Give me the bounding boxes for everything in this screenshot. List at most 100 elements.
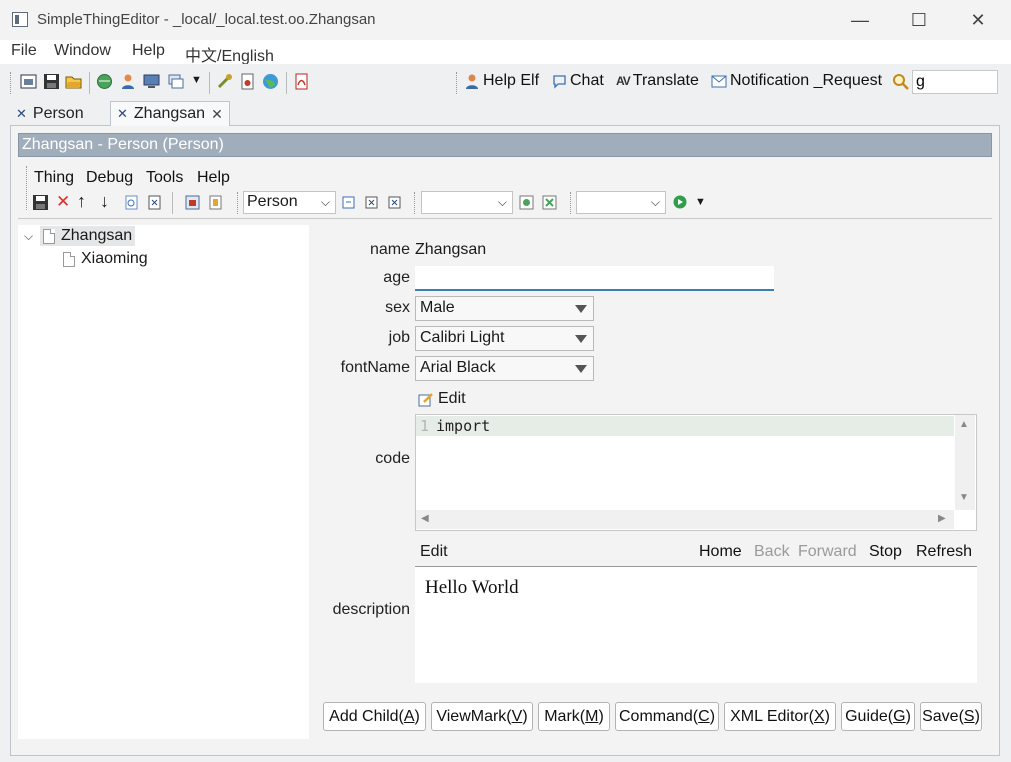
menu-help[interactable]: Help	[132, 42, 165, 60]
bookmark-icon[interactable]	[208, 195, 223, 210]
maximize-button[interactable]: ☐	[890, 0, 948, 40]
chevron-down-icon: ⌵	[650, 195, 660, 209]
tree-node-root[interactable]: Zhangsan	[40, 226, 136, 246]
monitor-icon[interactable]	[143, 73, 160, 90]
xml-editor-button[interactable]: XML Editor(X)	[724, 702, 836, 731]
chat-button[interactable]: Chat	[552, 72, 604, 90]
translate-label: Translate	[632, 72, 699, 89]
edit-pencil-icon	[418, 392, 433, 406]
thing-x-icon[interactable]	[387, 195, 402, 210]
tab-zhangsan[interactable]: ✕ Zhangsan ✕	[110, 101, 230, 127]
code-line[interactable]: 1 import	[416, 416, 954, 436]
browser-home-link[interactable]: Home	[699, 543, 742, 561]
user-group-icon[interactable]	[120, 73, 137, 90]
refresh-world-icon[interactable]	[96, 73, 113, 90]
scroll-down-icon[interactable]: ▼	[959, 492, 969, 503]
play-icon[interactable]	[673, 195, 687, 209]
viewmark-mnemonic: V	[511, 707, 523, 725]
attribute-icon[interactable]	[185, 195, 200, 210]
thing-tree[interactable]	[18, 225, 309, 739]
save-button[interactable]: Save(S)	[920, 702, 982, 731]
scroll-left-icon[interactable]: ◀	[421, 513, 429, 524]
code-edit-button[interactable]: Edit	[418, 390, 466, 408]
move-down-icon[interactable]: ↓	[100, 191, 109, 212]
age-field[interactable]	[415, 266, 774, 291]
browser-back-link[interactable]: Back	[754, 543, 790, 561]
menu-thing[interactable]: Thing	[34, 169, 74, 187]
new-thing-icon[interactable]	[341, 195, 356, 210]
sex-select[interactable]: Male	[415, 296, 594, 321]
save-icon[interactable]	[43, 73, 60, 90]
fontname-select[interactable]: Arial Black	[415, 356, 594, 381]
horizontal-scrollbar[interactable]: ◀ ▶	[416, 510, 954, 529]
add-child-label: Add Child(	[329, 707, 404, 725]
add-child-mnemonic: A	[403, 707, 415, 725]
delete-icon[interactable]: ✕	[56, 192, 70, 212]
description-label: description	[332, 601, 410, 618]
command-label: Command(	[618, 707, 699, 725]
dropdown-arrow-icon	[575, 335, 587, 343]
scroll-right-icon[interactable]: ▶	[938, 513, 946, 524]
viewmark-button[interactable]: ViewMark(V)	[431, 702, 533, 731]
translate-button[interactable]: AV Translate	[616, 72, 699, 90]
chevron-down-icon[interactable]: ⌵	[24, 229, 33, 244]
chevron-down-icon: ⌵	[497, 195, 507, 209]
tree-node-child-label: Xiaoming	[81, 250, 148, 267]
browser-stop-link[interactable]: Stop	[869, 543, 902, 561]
save-icon[interactable]	[33, 195, 48, 210]
toolbar-grip[interactable]	[10, 72, 12, 94]
descriptor-combo-value: Person	[247, 193, 298, 210]
help-elf-button[interactable]: Help Elf	[464, 72, 539, 90]
close-tab-icon[interactable]: ✕	[211, 106, 223, 123]
xml-doc-icon[interactable]	[147, 195, 162, 210]
window-list-icon[interactable]	[167, 73, 184, 90]
home-icon[interactable]	[20, 73, 37, 90]
chevron-down-icon: ⌵	[320, 195, 330, 209]
action-combo[interactable]: ⌵	[421, 191, 513, 214]
description-edit-button[interactable]: Edit	[420, 543, 448, 561]
document-tool-icon[interactable]	[239, 73, 256, 90]
notification-request-button[interactable]: Notification _Request	[711, 72, 882, 90]
search-icon[interactable]	[892, 73, 909, 90]
play-dropdown-icon[interactable]: ▼	[695, 196, 706, 208]
browser-refresh-link[interactable]: Refresh	[916, 543, 972, 561]
tab-person[interactable]: ✕ Person	[10, 101, 109, 127]
run-x-icon[interactable]	[542, 195, 557, 210]
scroll-up-icon[interactable]: ▲	[959, 419, 969, 430]
search-input[interactable]	[912, 70, 998, 94]
sex-label: sex	[385, 299, 410, 316]
browser-forward-link[interactable]: Forward	[798, 543, 857, 561]
tab-zhangsan-label: Zhangsan	[133, 105, 206, 122]
paren: )	[824, 707, 830, 725]
run-combo[interactable]: ⌵	[576, 191, 666, 214]
tree-node-child[interactable]: Xiaoming	[63, 250, 148, 268]
job-value: Calibri Light	[420, 329, 505, 346]
job-select[interactable]: Calibri Light	[415, 326, 594, 351]
minimize-button[interactable]: —	[831, 0, 889, 40]
thing-x-icon[interactable]	[364, 195, 379, 210]
command-button[interactable]: Command(C)	[615, 702, 719, 731]
menu-debug[interactable]: Debug	[86, 169, 133, 187]
menu-help-inner[interactable]: Help	[197, 169, 230, 187]
menu-file[interactable]: File	[11, 42, 37, 60]
window-list-dropdown-icon[interactable]: ▼	[191, 74, 202, 86]
mark-mnemonic: M	[585, 707, 599, 725]
open-folder-icon[interactable]	[65, 73, 82, 90]
dropdown-arrow-icon	[575, 305, 587, 313]
pdf-icon[interactable]	[293, 73, 310, 90]
guide-button[interactable]: Guide(G)	[841, 702, 915, 731]
vertical-scrollbar[interactable]: ▲ ▼	[955, 415, 975, 510]
refresh-doc-icon[interactable]	[124, 195, 139, 210]
plugin-icon[interactable]	[216, 73, 233, 90]
add-child-button[interactable]: Add Child(A)	[323, 702, 426, 731]
mark-button[interactable]: Mark(M)	[538, 702, 610, 731]
menu-tools[interactable]: Tools	[146, 169, 183, 187]
menu-window[interactable]: Window	[54, 42, 111, 60]
run-green-icon[interactable]	[519, 195, 534, 210]
menu-language[interactable]: 中文/English	[185, 42, 274, 66]
globe-icon[interactable]	[262, 73, 279, 90]
close-window-button[interactable]: ✕	[949, 0, 1007, 40]
move-up-icon[interactable]: ↑	[77, 191, 86, 212]
code-text: import	[436, 417, 491, 435]
descriptor-combo[interactable]: Person ⌵	[243, 191, 336, 214]
